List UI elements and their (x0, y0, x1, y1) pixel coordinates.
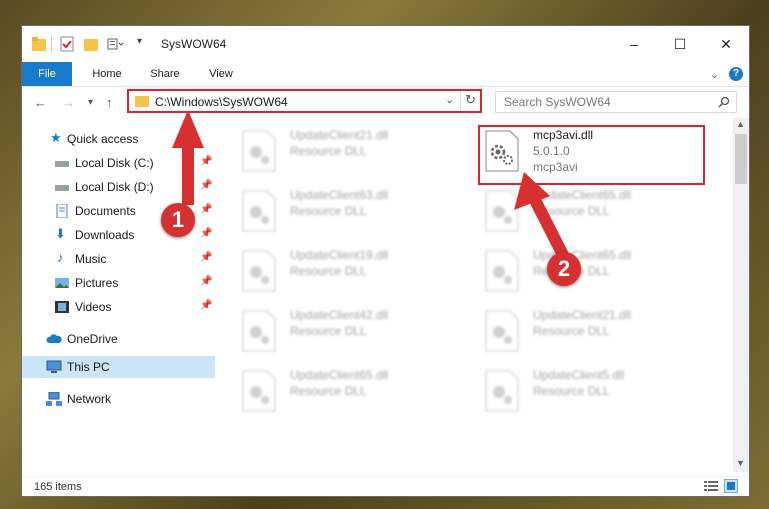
forward-arrow-icon[interactable]: → (62, 95, 75, 110)
file-item[interactable]: UpdateClient42.dll Resource DLL (238, 306, 458, 362)
search-input[interactable]: Search SysWOW64 (495, 91, 737, 113)
sidebar-item-pictures[interactable]: Pictures 📌 (22, 272, 215, 294)
status-bar: 165 items (22, 476, 749, 497)
tab-view[interactable]: View (196, 62, 246, 86)
file-item[interactable]: UpdateClient5.dll Resource DLL (481, 366, 701, 422)
tab-file[interactable]: File (22, 62, 72, 86)
pin-icon[interactable]: 📌 (200, 180, 212, 191)
navigation-bar: ← → ▾ ↑ C:\Windows\SysWOW64 ⌄ ↻ Search S… (22, 87, 749, 117)
dll-file-icon (242, 130, 276, 172)
dll-file-icon (485, 310, 519, 352)
folder-icon (135, 96, 149, 107)
pictures-icon (55, 278, 69, 288)
network-icon (46, 392, 62, 406)
search-placeholder: Search SysWOW64 (504, 95, 611, 109)
navigation-pane: ★ Quick access Local Disk (C:) 📌 Local D… (22, 122, 215, 476)
file-item[interactable]: UpdateClient19.dll Resource DLL (238, 246, 458, 302)
callout-1: 1 (161, 203, 195, 237)
expand-ribbon-icon[interactable]: ⌄ (710, 68, 719, 81)
up-arrow-icon[interactable]: ↑ (106, 95, 113, 110)
dll-file-icon (485, 250, 519, 292)
back-arrow-icon[interactable]: ← (34, 95, 47, 110)
sidebar-item-quick-access[interactable]: ★ Quick access (22, 128, 215, 150)
scroll-down-icon[interactable]: ▼ (736, 458, 745, 468)
address-dropdown-icon[interactable]: ⌄ (445, 93, 454, 106)
videos-icon (55, 301, 69, 313)
dll-file-icon (485, 370, 519, 412)
pin-icon[interactable]: 📌 (200, 252, 212, 263)
pin-icon[interactable]: 📌 (200, 156, 212, 167)
pin-icon[interactable]: 📌 (200, 300, 212, 311)
scrollbar-thumb[interactable] (735, 134, 747, 184)
help-icon[interactable]: ? (729, 67, 743, 81)
scroll-up-icon[interactable]: ▲ (736, 119, 745, 129)
recent-locations-icon[interactable]: ▾ (88, 97, 93, 108)
dll-file-icon (485, 190, 519, 232)
file-item[interactable]: UpdateClient65.dll Resource DLL (481, 246, 701, 302)
dll-file-icon (242, 370, 276, 412)
file-item[interactable]: UpdateClient63.dll Resource DLL (238, 186, 458, 242)
file-item[interactable]: UpdateClient65.dll Resource DLL (481, 186, 701, 242)
qat-divider (51, 36, 52, 52)
drive-icon (55, 185, 69, 191)
window-title: SysWOW64 (161, 37, 227, 51)
file-item[interactable]: UpdateClient21.dll Resource DLL (481, 306, 701, 362)
dll-file-icon (242, 190, 276, 232)
details-view-icon[interactable] (704, 480, 718, 492)
vertical-scrollbar[interactable]: ▲ ▼ (733, 118, 749, 472)
maximize-button[interactable]: ☐ (657, 26, 703, 62)
ribbon-tabs: File Home Share View ⌄ ? (22, 62, 749, 87)
explorer-window: ▾ SysWOW64 – ☐ ✕ File Home Share View ⌄ … (22, 26, 749, 496)
file-item[interactable]: UpdateClient65.dll Resource DLL (238, 366, 458, 422)
folder-icon (32, 37, 46, 51)
dll-file-icon (242, 310, 276, 352)
music-icon: ♪ (57, 250, 64, 265)
minimize-button[interactable]: – (611, 26, 657, 62)
tab-home[interactable]: Home (82, 62, 132, 86)
sidebar-item-network[interactable]: Network (22, 388, 215, 410)
large-icons-view-icon[interactable] (724, 479, 738, 493)
pin-icon[interactable]: 📌 (200, 228, 212, 239)
properties-icon[interactable] (60, 36, 74, 52)
documents-icon (56, 204, 68, 218)
star-icon: ★ (50, 130, 62, 145)
file-item[interactable]: UpdateClient21.dll Resource DLL (238, 126, 458, 182)
tab-share[interactable]: Share (140, 62, 190, 86)
customize-qat-icon[interactable] (107, 36, 123, 52)
item-count: 165 items (34, 481, 82, 493)
sidebar-item-videos[interactable]: Videos 📌 (22, 296, 215, 318)
sidebar-item-local-disk-d[interactable]: Local Disk (D:) 📌 (22, 176, 215, 198)
cloud-icon (46, 334, 62, 343)
sidebar-item-local-disk-c[interactable]: Local Disk (C:) 📌 (22, 152, 215, 174)
drive-icon (55, 161, 69, 167)
address-divider (460, 91, 461, 111)
new-folder-icon[interactable] (84, 36, 98, 52)
search-icon[interactable] (718, 96, 730, 108)
download-icon: ⬇ (55, 226, 66, 241)
file-highlight-box (478, 125, 705, 185)
address-bar[interactable]: C:\Windows\SysWOW64 ⌄ ↻ (127, 89, 482, 113)
sidebar-item-this-pc[interactable]: This PC (22, 356, 215, 378)
pc-icon (46, 360, 62, 373)
close-button[interactable]: ✕ (703, 26, 749, 62)
callout-2: 2 (547, 252, 581, 286)
dll-file-icon (242, 250, 276, 292)
pin-icon[interactable]: 📌 (200, 276, 212, 287)
sidebar-item-music[interactable]: ♪ Music 📌 (22, 248, 215, 270)
qat-dropdown-icon[interactable]: ▾ (137, 36, 142, 52)
title-bar: ▾ SysWOW64 – ☐ ✕ (22, 26, 749, 62)
sidebar-item-onedrive[interactable]: OneDrive (22, 328, 215, 350)
pin-icon[interactable]: 📌 (200, 204, 212, 215)
address-path: C:\Windows\SysWOW64 (155, 95, 288, 109)
refresh-icon[interactable]: ↻ (465, 92, 476, 108)
